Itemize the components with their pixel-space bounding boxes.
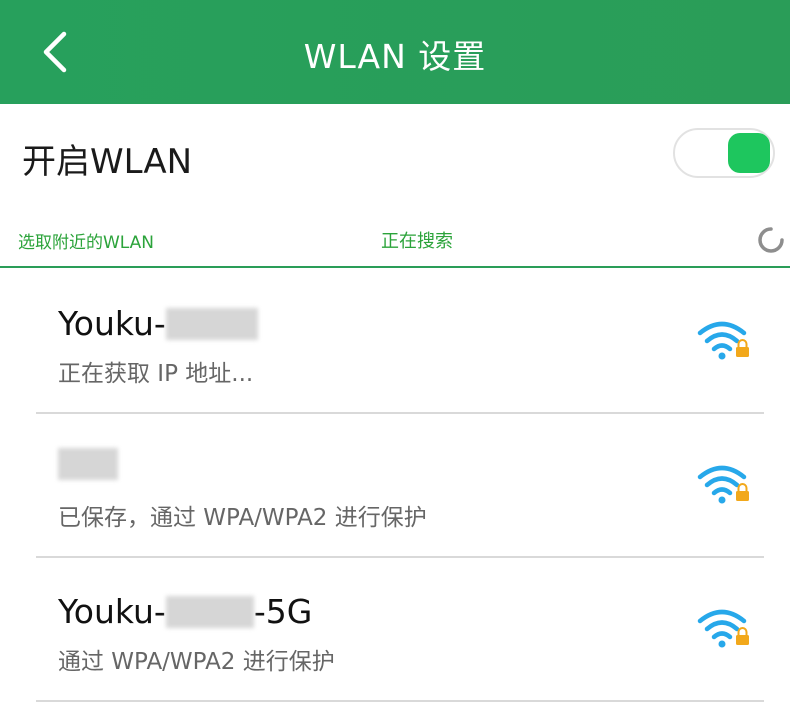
redacted-text	[165, 595, 254, 628]
wlan-switch[interactable]	[673, 128, 775, 178]
wifi-locked-icon	[697, 609, 749, 648]
network-name	[58, 448, 118, 480]
network-name: Youku- -5G	[58, 592, 312, 631]
scanning-status: 正在搜索	[381, 231, 453, 252]
redacted-text	[58, 448, 118, 480]
network-name-suffix: -5G	[253, 592, 313, 631]
wifi-locked-icon	[697, 465, 749, 504]
network-name-text: Youku-	[58, 592, 166, 631]
network-status: 正在获取 IP 地址...	[58, 361, 254, 387]
redacted-text	[165, 307, 258, 340]
loading-spinner-icon	[758, 227, 784, 253]
network-item[interactable]: Youku- -5G 通过 WPA/WPA2 进行保护	[36, 558, 764, 702]
wlan-toggle-label: 开启WLAN	[22, 142, 193, 182]
wifi-locked-icon	[697, 321, 749, 360]
network-status: 已保存，通过 WPA/WPA2 进行保护	[58, 505, 427, 531]
network-name-text: Youku-	[58, 304, 166, 343]
network-item[interactable]: 已保存，通过 WPA/WPA2 进行保护	[36, 414, 764, 558]
section-header: 选取附近的WLAN 正在搜索	[0, 204, 790, 268]
network-name: Youku-	[58, 304, 258, 343]
app-header: WLAN 设置	[0, 0, 790, 104]
page-title: WLAN 设置	[303, 37, 487, 76]
network-status: 通过 WPA/WPA2 进行保护	[58, 649, 335, 675]
nearby-wlan-label: 选取附近的WLAN	[18, 233, 155, 253]
switch-knob	[728, 133, 770, 173]
network-item[interactable]: Youku- 正在获取 IP 地址...	[36, 270, 764, 414]
wlan-toggle-row: 开启WLAN	[0, 104, 790, 204]
